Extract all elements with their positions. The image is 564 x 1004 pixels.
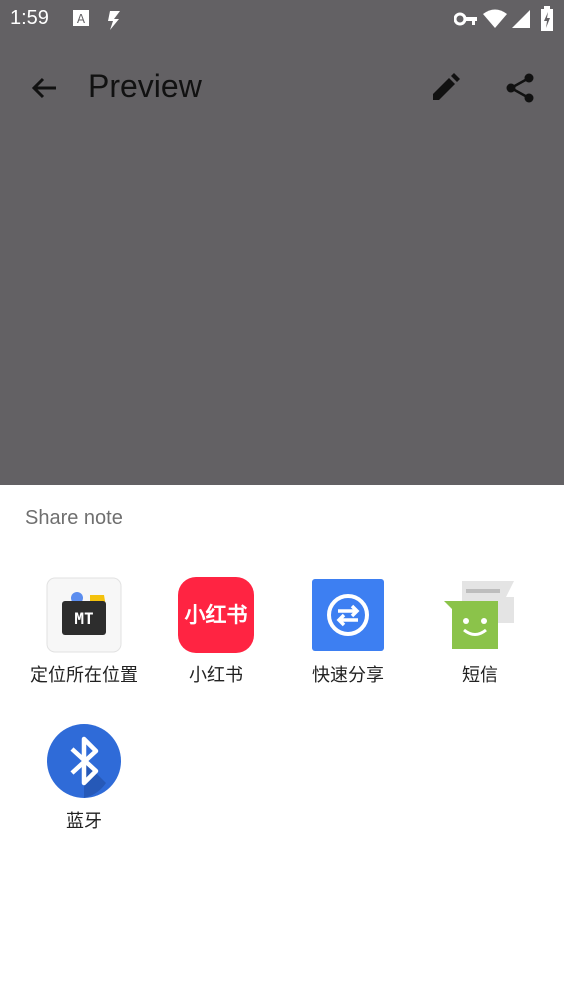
status-time: 1:59 (10, 7, 49, 29)
svg-text:MT: MT (74, 609, 93, 628)
app-bar: Preview (0, 50, 564, 126)
mt-manager-icon: MT (46, 577, 122, 653)
back-button[interactable] (22, 68, 66, 108)
share-icon (506, 73, 534, 103)
wifi-icon (482, 8, 508, 34)
share-button[interactable] (496, 66, 544, 110)
share-target-messaging[interactable]: 短信 (414, 577, 546, 689)
quick-share-icon (312, 579, 384, 651)
xiaohongshu-icon: 小红书 (178, 577, 254, 653)
share-sheet-title: Share note (25, 507, 123, 529)
share-target-label: 小红书 (189, 665, 243, 686)
battery-charging-icon (540, 6, 554, 36)
share-sheet: Share note MT 定位所在位置 小红书 小红书 快速分享 短信 蓝牙 (0, 485, 564, 1004)
share-target-xiaohongshu[interactable]: 小红书 小红书 (150, 577, 282, 689)
pencil-icon (433, 73, 460, 100)
page-title: Preview (88, 68, 202, 104)
share-target-quick-share[interactable]: 快速分享 (282, 577, 414, 689)
svg-text:A: A (77, 12, 86, 26)
xiaohongshu-icon-text: 小红书 (185, 603, 248, 627)
share-target-label: 蓝牙 (66, 811, 102, 832)
messaging-icon (444, 581, 514, 649)
edit-button[interactable] (422, 66, 468, 110)
arrow-back-icon (31, 77, 56, 99)
vpn-key-icon (453, 11, 478, 31)
share-target-label: 快速分享 (312, 665, 384, 686)
status-bar: 1:59 A (0, 0, 564, 38)
share-target-label: 定位所在位置 (30, 665, 138, 686)
bluetooth-icon (47, 724, 121, 798)
flash-icon (104, 8, 126, 36)
share-target-bluetooth[interactable]: 蓝牙 (18, 723, 150, 835)
share-target-label: 短信 (462, 665, 498, 686)
share-target-mt-manager[interactable]: MT 定位所在位置 (18, 577, 150, 689)
signal-icon (510, 8, 532, 34)
keyboard-a-icon: A (72, 8, 90, 32)
